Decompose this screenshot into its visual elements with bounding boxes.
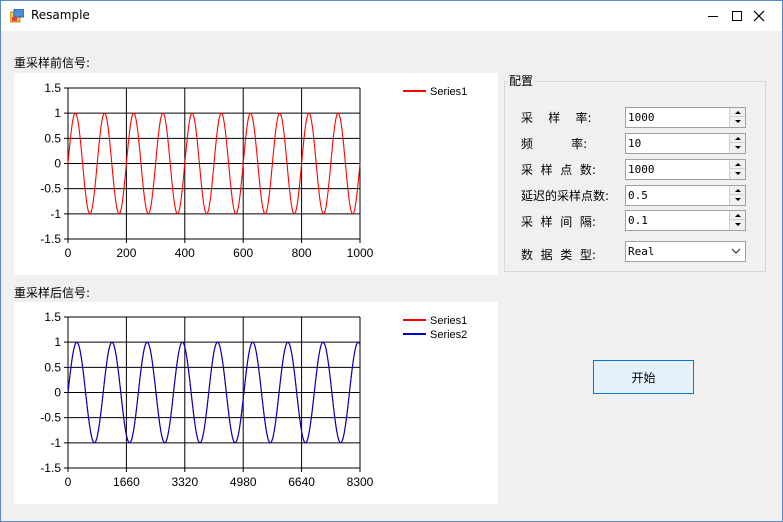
chart-after-svg: 0 1660 3320 4980 6640 8300 1.5 1 0.5 0 -0.5 -1 -1.5 S… bbox=[40, 310, 467, 489]
sample-rate-stepper[interactable]: 1000 bbox=[625, 107, 746, 128]
close-button[interactable] bbox=[736, 1, 782, 31]
x-tick-label: 800 bbox=[292, 246, 312, 260]
start-button[interactable]: 开始 bbox=[593, 360, 694, 394]
x-tick-label: 400 bbox=[175, 246, 195, 260]
y-tick-label: -1.5 bbox=[40, 461, 61, 475]
arrow-down-icon bbox=[734, 120, 741, 123]
arrow-down-icon bbox=[734, 223, 741, 226]
maximize-button[interactable] bbox=[690, 1, 742, 31]
spin-up-button[interactable] bbox=[730, 186, 745, 195]
frequency-spin bbox=[729, 134, 745, 153]
data-type-select[interactable]: Real bbox=[625, 241, 746, 262]
delay-samples-stepper[interactable]: 0.5 bbox=[625, 185, 746, 206]
delay-samples-spin bbox=[729, 186, 745, 205]
sample-interval-label: 采 样 间 隔: bbox=[521, 215, 596, 229]
x-tick-label: 3320 bbox=[171, 475, 198, 489]
y-tick-label: 1.5 bbox=[44, 310, 61, 324]
title-bar[interactable]: Resample bbox=[1, 1, 782, 31]
x-tick-label: 0 bbox=[65, 246, 72, 260]
data-type-value: Real bbox=[628, 245, 655, 258]
x-tick-label: 0 bbox=[65, 475, 72, 489]
x-tick-label: 600 bbox=[233, 246, 253, 260]
legend-label: Series2 bbox=[430, 329, 467, 341]
app-window: Resample 重采样前信号: 重采样后信号: 0 200 400 600 800 10… bbox=[0, 0, 783, 522]
config-group-title: 配置 bbox=[507, 72, 536, 89]
spin-down-button[interactable] bbox=[730, 220, 745, 229]
arrow-up-icon bbox=[734, 110, 741, 114]
arrow-down-icon bbox=[734, 198, 741, 201]
arrow-up-icon bbox=[734, 162, 741, 166]
frequency-label: 频 率: bbox=[521, 137, 588, 151]
spin-down-button[interactable] bbox=[730, 143, 745, 152]
arrow-up-icon bbox=[734, 188, 741, 192]
y-tick-label: 0.5 bbox=[44, 131, 61, 145]
spin-up-button[interactable] bbox=[730, 134, 745, 143]
y-tick-label: 1 bbox=[54, 335, 61, 349]
sample-count-spin bbox=[729, 160, 745, 179]
app-icon bbox=[10, 9, 24, 23]
y-tick-label: 1.5 bbox=[44, 81, 61, 95]
spin-up-button[interactable] bbox=[730, 108, 745, 117]
sample-rate-spin bbox=[729, 108, 745, 127]
sample-interval-spin bbox=[729, 211, 745, 230]
chart-after: 0 1660 3320 4980 6640 8300 1.5 1 0.5 0 -0.5 -1 -1.5 S… bbox=[14, 302, 498, 504]
data-type-label: 数 据 类 型: bbox=[521, 248, 596, 262]
frequency-stepper[interactable]: 10 bbox=[625, 133, 746, 154]
spin-down-button[interactable] bbox=[730, 195, 745, 204]
series-line-1 bbox=[67, 112, 361, 215]
sample-count-value[interactable]: 1000 bbox=[628, 163, 655, 176]
y-tick-label: 0 bbox=[54, 157, 61, 171]
window-title: Resample bbox=[31, 8, 90, 22]
arrow-down-icon bbox=[734, 146, 741, 149]
close-icon bbox=[753, 10, 765, 22]
x-tick-label: 4980 bbox=[230, 475, 257, 489]
y-tick-label: 0.5 bbox=[44, 360, 61, 374]
y-tick-label: -1 bbox=[50, 207, 61, 221]
before-resample-label: 重采样前信号: bbox=[14, 56, 91, 70]
frequency-value[interactable]: 10 bbox=[628, 137, 641, 150]
spin-down-button[interactable] bbox=[730, 117, 745, 126]
arrow-up-icon bbox=[734, 213, 741, 217]
delay-samples-value[interactable]: 0.5 bbox=[628, 189, 648, 202]
spin-up-button[interactable] bbox=[730, 211, 745, 220]
chart-before: 0 200 400 600 800 1000 1.5 1 0.5 0 -0.5 -1 -1.5 Serie… bbox=[14, 73, 498, 275]
delay-samples-label: 延迟的采样点数: bbox=[521, 189, 610, 203]
x-tick-label: 8300 bbox=[347, 475, 374, 489]
sample-count-stepper[interactable]: 1000 bbox=[625, 159, 746, 180]
x-tick-label: 6640 bbox=[288, 475, 315, 489]
arrow-up-icon bbox=[734, 136, 741, 140]
arrow-down-icon bbox=[734, 172, 741, 175]
x-tick-label: 200 bbox=[116, 246, 136, 260]
y-tick-label: -0.5 bbox=[40, 411, 61, 425]
chevron-down-icon bbox=[731, 248, 741, 254]
y-tick-label: 1 bbox=[54, 106, 61, 120]
sample-rate-label: 采 样 率: bbox=[521, 111, 592, 125]
x-tick-label: 1000 bbox=[347, 246, 374, 260]
sample-rate-value[interactable]: 1000 bbox=[628, 111, 655, 124]
sample-interval-stepper[interactable]: 0.1 bbox=[625, 210, 746, 231]
chart-before-svg: 0 200 400 600 800 1000 1.5 1 0.5 0 -0.5 -1 -1.5 Serie… bbox=[40, 81, 467, 260]
y-tick-label: -1 bbox=[50, 436, 61, 450]
spin-up-button[interactable] bbox=[730, 160, 745, 169]
legend-label: Series1 bbox=[430, 86, 467, 98]
y-tick-label: -1.5 bbox=[40, 232, 61, 246]
sample-interval-value[interactable]: 0.1 bbox=[628, 214, 648, 227]
sample-count-label: 采 样 点 数: bbox=[521, 163, 596, 177]
x-tick-label: 1660 bbox=[113, 475, 140, 489]
after-resample-label: 重采样后信号: bbox=[14, 286, 91, 300]
spin-down-button[interactable] bbox=[730, 169, 745, 178]
legend-label: Series1 bbox=[430, 315, 467, 327]
y-tick-label: 0 bbox=[54, 386, 61, 400]
y-tick-label: -0.5 bbox=[40, 182, 61, 196]
